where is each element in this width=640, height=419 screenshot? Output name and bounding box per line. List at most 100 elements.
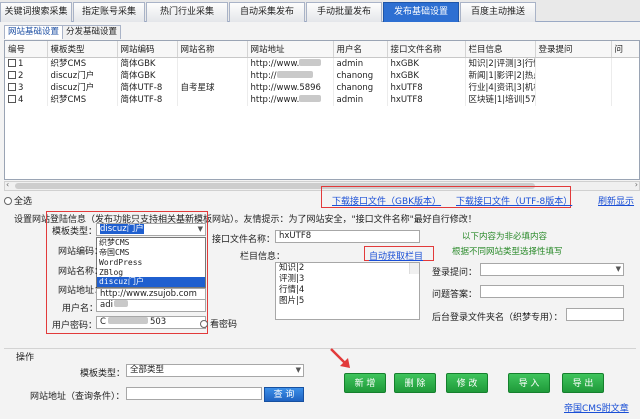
row-id-cell: 3 (5, 81, 48, 94)
cell-encoding: 简体GBK (117, 57, 178, 70)
show-password-label: 看密码 (210, 320, 238, 330)
site-grid[interactable]: 编号 模板类型 网站编码 网站名称 网站地址 用户名 接口文件名称 栏目信息 登… (4, 40, 640, 180)
col-header[interactable]: 登录提问 (535, 41, 612, 58)
import-button[interactable]: 导 入 (508, 373, 550, 393)
option-item-selected[interactable]: discuz门户 (97, 277, 205, 287)
cell-login-q (535, 81, 612, 94)
column-info-textarea[interactable]: 知识|2 评测|3 行情|4 图片|5 (275, 262, 420, 320)
modify-button[interactable]: 修 改 (446, 373, 488, 393)
query-button[interactable]: 查 询 (264, 387, 304, 402)
admin-folder-label: 后台登录文件夹名（织梦专用）： (432, 313, 563, 323)
iface-name-label: 接口文件名称： (212, 235, 276, 245)
login-question-label: 登录提问： (432, 268, 478, 278)
subtab-distribute-settings[interactable]: 分发基础设置 (62, 25, 122, 39)
row-id: 3 (18, 82, 24, 93)
export-button[interactable]: 导 出 (562, 373, 604, 393)
col-header[interactable]: 栏目信息 (465, 41, 536, 58)
admin-folder-input[interactable] (566, 308, 624, 321)
col-header[interactable]: 编号 (5, 41, 48, 58)
ops-divider (4, 348, 636, 349)
template-type-label: 模板类型： (52, 227, 98, 237)
textarea-scrollbar[interactable] (409, 263, 419, 274)
show-password-radio[interactable] (200, 320, 208, 328)
row-checkbox[interactable] (8, 94, 16, 103)
template-type-select[interactable]: discuz门户 ▼ (96, 223, 206, 236)
cell-login-q (535, 93, 612, 106)
answer-input[interactable] (480, 285, 624, 298)
auto-fetch-columns-link[interactable]: 自动获取栏目 (369, 249, 423, 262)
iface-name-input[interactable]: hxUTF8 (275, 230, 420, 243)
tab-industry-collect[interactable]: 热门行业采集 (146, 2, 228, 22)
column-info-label: 栏目信息： (240, 252, 286, 262)
row-id-cell: 1 (5, 57, 48, 70)
site-name-label: 网站名称： (58, 267, 104, 277)
col-header[interactable]: 网站编码 (117, 41, 178, 58)
option-item[interactable]: 织梦CMS (97, 238, 205, 248)
tab-publish-settings[interactable]: 发布基础设置 (383, 2, 459, 22)
row-id: 4 (18, 94, 24, 105)
tab-manual-publish[interactable]: 手动批量发布 (306, 2, 382, 22)
chevron-down-icon: ▼ (197, 225, 203, 233)
cell-url: http://www. (247, 93, 334, 106)
scroll-right-icon[interactable]: › (635, 180, 638, 189)
login-question-select[interactable]: ▼ (480, 263, 624, 276)
cell-iface: hxGBK (387, 69, 466, 82)
username-input[interactable]: adi (96, 299, 206, 312)
refresh-link[interactable]: 刷新显示 (598, 194, 634, 207)
ops-title: 操作 (16, 353, 35, 363)
select-all[interactable]: 全选 (4, 194, 32, 207)
main-tabbar: 关键词搜索采集 指定账号采集 热门行业采集 自动采集发布 手动批量发布 发布基础… (0, 0, 640, 22)
add-button[interactable]: 新 增 (344, 373, 386, 393)
col-header[interactable]: 网站地址 (247, 41, 334, 58)
table-row[interactable]: 4 织梦CMS 简体UTF-8 http://www. admin hxUTF8… (5, 93, 639, 106)
tab-keyword-collect[interactable]: 关键词搜索采集 (0, 2, 72, 22)
download-gbk-link[interactable]: 下载接口文件（GBK版本） (332, 194, 441, 207)
cell-answer (611, 93, 639, 106)
ops-template-label: 模板类型： (80, 369, 126, 379)
select-all-radio[interactable] (4, 197, 12, 205)
sub-tabbar: 网站基础设置 分发基础设置 (0, 23, 640, 39)
download-utf8-link[interactable]: 下载接口文件（UTF-8版本） (456, 194, 572, 207)
password-input[interactable]: C 503 (96, 316, 206, 329)
row-checkbox[interactable] (8, 82, 16, 91)
cell-encoding: 简体UTF-8 (117, 81, 178, 94)
col-header[interactable]: 用户名 (333, 41, 388, 58)
table-row[interactable]: 1 织梦CMS 简体GBK http://www. admin hxGBK 知识… (5, 57, 639, 70)
col-header[interactable]: 网站名称 (177, 41, 248, 58)
table-row[interactable]: 3 discuz门户 简体UTF-8 自考星球 http://www.5896 … (5, 81, 639, 94)
row-id-cell: 2 (5, 69, 48, 82)
col-header[interactable]: 模板类型 (47, 41, 118, 58)
ops-url-input[interactable] (126, 387, 262, 400)
cell-name (177, 57, 248, 70)
col-header[interactable]: 接口文件名称 (387, 41, 466, 58)
cell-answer (611, 81, 639, 94)
tab-auto-publish[interactable]: 自动采集发布 (229, 2, 305, 22)
cell-name (177, 93, 248, 106)
template-type-options-selected[interactable]: discuz门户 (96, 277, 206, 288)
dede-doc-link[interactable]: 帝国CMS跗文章 (564, 401, 629, 414)
delete-button[interactable]: 删 除 (394, 373, 436, 393)
cell-answer (611, 69, 639, 82)
select-all-label: 全选 (14, 197, 33, 207)
subtab-site-settings[interactable]: 网站基础设置 (4, 25, 64, 39)
table-row[interactable]: 2 discuz门户 简体GBK http:// chanong hxGBK 新… (5, 69, 639, 82)
chevron-down-icon: ▼ (295, 366, 301, 374)
redacted-mark (276, 70, 313, 78)
cell-iface: hxGBK (387, 57, 466, 70)
cell-iface: hxUTF8 (387, 93, 466, 106)
option-item[interactable]: 帝国CMS (97, 248, 205, 258)
cell-url: http://www. (247, 57, 334, 70)
show-password[interactable]: 看密码 (200, 317, 237, 330)
cell-cols: 行业|4|资讯|3|机构| (465, 81, 536, 94)
url-text: http://www. (250, 94, 300, 105)
scroll-left-icon[interactable]: ‹ (6, 180, 9, 189)
cell-type: discuz门户 (47, 69, 118, 82)
row-checkbox[interactable] (8, 58, 16, 67)
option-item[interactable]: WordPress (97, 258, 205, 268)
tab-account-collect[interactable]: 指定账号采集 (73, 2, 145, 22)
col-header[interactable]: 问 (611, 41, 639, 58)
ops-template-select[interactable]: 全部类型 ▼ (126, 364, 304, 377)
tab-baidu-push[interactable]: 百度主动推送 (460, 2, 536, 22)
username-value: adi (100, 300, 113, 310)
row-checkbox[interactable] (8, 70, 16, 79)
